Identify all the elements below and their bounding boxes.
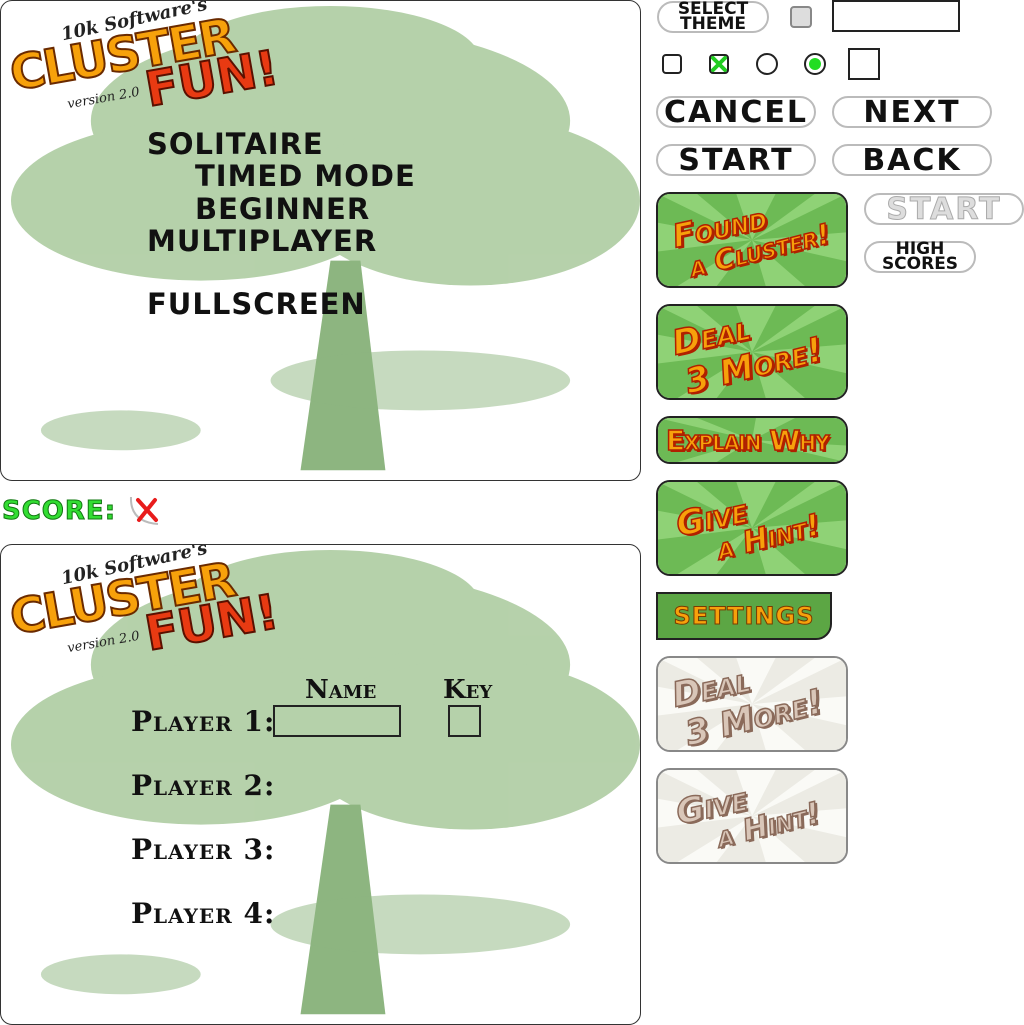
theme-checkbox-disabled[interactable] <box>790 6 812 28</box>
deal-3-more-button-disabled[interactable]: Deal 3 More! <box>656 656 848 752</box>
key-column-header: Key <box>443 675 493 705</box>
checkbox-checked[interactable] <box>709 54 729 74</box>
main-menu-panel: 10k Software's CLUSTER FUN! version 2.0 … <box>0 0 641 481</box>
explain-why-button[interactable]: Explain Why <box>656 416 848 464</box>
menu-multiplayer[interactable]: MULTIPLAYER <box>147 224 377 258</box>
back-button[interactable]: BACK <box>832 143 992 178</box>
player-4-label: Player 4: <box>131 897 276 930</box>
cluster-fun-logo: 10k Software's CLUSTER FUN! version 2.0 <box>5 1 284 119</box>
checkbox-unchecked[interactable] <box>662 54 682 74</box>
select-theme-label-line2: THEME <box>680 14 746 34</box>
menu-solitaire[interactable]: SOLITAIRE <box>147 127 324 161</box>
radio-selected[interactable] <box>804 53 826 75</box>
start-button-disabled[interactable]: START <box>864 191 1024 227</box>
give-a-hint-button-disabled[interactable]: Give a Hint! <box>656 768 848 864</box>
high-scores-button[interactable]: HIGH SCORES <box>864 241 976 273</box>
radio-dot <box>809 58 821 70</box>
player-1-name-input[interactable] <box>273 705 401 737</box>
select-theme-button[interactable]: SELECT THEME <box>657 1 769 33</box>
settings-button[interactable]: SETTINGS <box>656 592 832 640</box>
explain-why-label: Explain Why <box>665 423 830 458</box>
menu-fullscreen[interactable]: FULLSCREEN <box>147 287 366 321</box>
score-label: SCORE: <box>1 496 117 527</box>
next-button[interactable]: NEXT <box>832 95 992 130</box>
cluster-fun-logo: 10k Software's CLUSTER FUN! version 2.0 <box>5 545 284 663</box>
player-1-label: Player 1: <box>131 705 276 738</box>
theme-name-field[interactable] <box>832 0 960 32</box>
radio-unselected[interactable] <box>756 53 778 75</box>
player-2-label: Player 2: <box>131 769 276 802</box>
name-column-header: Name <box>305 675 377 705</box>
player-3-label: Player 3: <box>131 833 276 866</box>
menu-timed-mode[interactable]: TIMED MODE <box>195 159 416 193</box>
player-1-key-input[interactable] <box>448 705 481 737</box>
cancel-button[interactable]: CANCEL <box>656 95 816 130</box>
menu-beginner[interactable]: BEGINNER <box>195 192 370 226</box>
player-setup-panel: 10k Software's CLUSTER FUN! version 2.0 … <box>0 544 641 1025</box>
wrong-x-icon <box>129 496 159 525</box>
start-button[interactable]: START <box>656 143 816 178</box>
key-box[interactable] <box>848 48 880 80</box>
high-scores-label-line2: SCORES <box>881 254 959 274</box>
found-a-cluster-button[interactable]: Found a Cluster! <box>656 192 848 288</box>
give-a-hint-button[interactable]: Give a Hint! <box>656 480 848 576</box>
deal-3-more-button[interactable]: Deal 3 More! <box>656 304 848 400</box>
check-x-icon <box>711 56 727 72</box>
